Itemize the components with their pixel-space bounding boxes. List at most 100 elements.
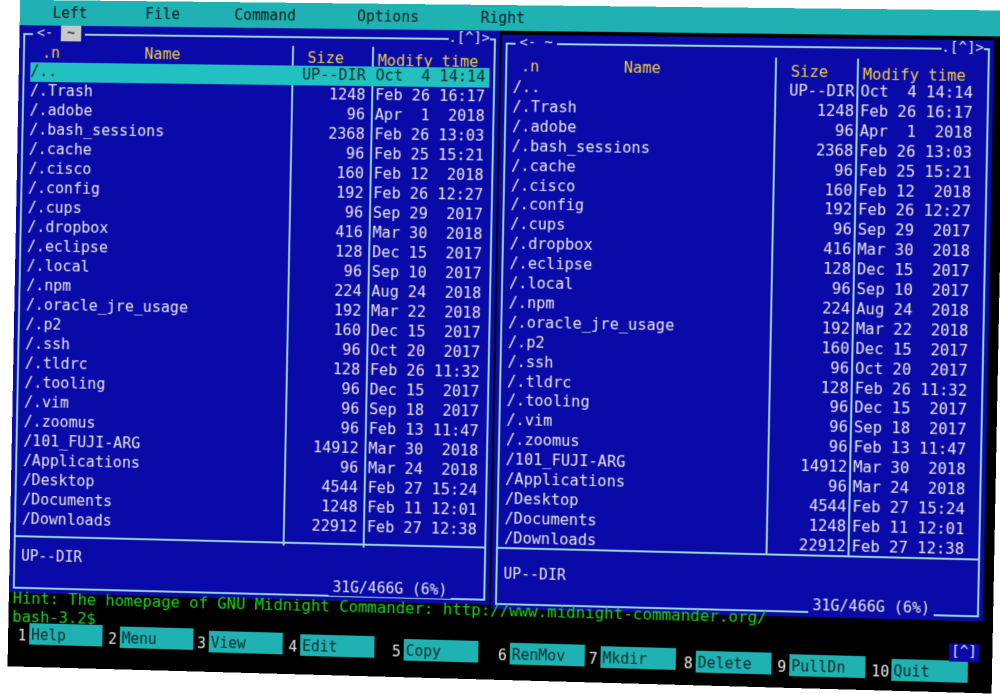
fkey-number: 8 — [684, 654, 693, 672]
fkey-label: Copy — [404, 639, 479, 663]
file-size: 96 — [834, 161, 853, 179]
file-name: /.eclipse — [509, 255, 592, 274]
file-name: /.config — [28, 179, 100, 198]
fkey-number: 9 — [777, 658, 786, 676]
column-size-header[interactable]: Size — [307, 49, 344, 67]
column-name-header[interactable]: Name — [144, 45, 180, 63]
file-modify-time: Feb 11 12:01 — [852, 518, 965, 539]
file-name: /.ssh — [25, 335, 70, 353]
file-modify-time: Mar 24 2018 — [853, 478, 966, 498]
fkey-label: Menu — [120, 627, 194, 650]
file-name: /.cups — [510, 215, 566, 234]
file-name: /Applications — [23, 452, 140, 472]
menu-right[interactable]: Right — [480, 9, 525, 27]
file-modify-time: Apr 1 2018 — [860, 122, 973, 141]
file-size: 96 — [346, 145, 365, 163]
sort-indicator[interactable]: .n — [42, 44, 60, 62]
file-modify-time: Oct 20 2017 — [370, 341, 480, 361]
file-modify-time: Dec 15 2017 — [857, 260, 970, 280]
file-size: 128 — [823, 260, 851, 278]
file-name: /.local — [509, 274, 574, 293]
file-name: /.p2 — [508, 333, 545, 351]
file-modify-time: Feb 11 12:01 — [367, 499, 477, 519]
panel-path[interactable]: ~ — [544, 35, 553, 51]
file-modify-time: Sep 18 2017 — [369, 400, 479, 420]
left-panel[interactable]: <- ~ .[^]> .n Name Size Modify time /..U… — [9, 25, 500, 605]
status-line: UP--DIR — [503, 565, 566, 584]
file-modify-time: Feb 25 15:21 — [374, 145, 484, 164]
panel-corner-controls[interactable]: .[^]> — [448, 30, 490, 46]
file-name: /.dropbox — [27, 218, 108, 237]
file-name: /.. — [30, 62, 57, 80]
file-name: /.ssh — [507, 353, 553, 372]
fkey-number: 4 — [288, 638, 297, 656]
status-line: UP--DIR — [21, 547, 82, 566]
terminal-screen: Left File Command Options Right <- ~ .[^… — [8, 0, 1000, 694]
file-size: 96 — [832, 280, 851, 298]
file-modify-time: Feb 27 15:24 — [852, 498, 965, 519]
file-size: 96 — [829, 418, 848, 436]
corner-bracket[interactable]: [^] — [949, 644, 980, 663]
fkey-label: View — [209, 631, 283, 655]
disk-usage: 31G/466G (6%) — [808, 596, 934, 617]
file-name: /Documents — [22, 491, 112, 511]
file-modify-time: Sep 10 2017 — [372, 263, 482, 283]
file-name: /.oracle_jre_usage — [508, 313, 674, 334]
history-arrow[interactable]: <- — [37, 25, 54, 41]
menu-options[interactable]: Options — [357, 7, 419, 25]
file-name: /.tooling — [24, 374, 105, 393]
file-modify-time: Sep 29 2017 — [373, 204, 483, 223]
fkey-label: Delete — [695, 650, 771, 674]
file-size: 14912 — [800, 457, 847, 476]
sort-indicator[interactable]: .n — [521, 58, 540, 76]
file-modify-time: Feb 26 16:17 — [860, 102, 973, 121]
fkey-label: PullDn — [789, 654, 865, 678]
fkey-number: 6 — [498, 646, 507, 664]
panel-corner-controls[interactable]: .[^]> — [941, 40, 984, 56]
file-name: /Applications — [505, 470, 625, 490]
file-modify-time: Feb 26 12:27 — [858, 201, 971, 221]
menu-command[interactable]: Command — [234, 6, 296, 24]
file-name: /101_FUJI-ARG — [505, 451, 625, 471]
file-modify-time: Apr 1 2018 — [375, 106, 485, 125]
file-size: 224 — [822, 299, 850, 317]
file-modify-time: Dec 15 2017 — [371, 322, 481, 342]
file-size: 128 — [333, 360, 361, 378]
file-size: 22912 — [799, 536, 846, 555]
file-name: /.local — [26, 257, 89, 276]
column-size-header[interactable]: Size — [791, 63, 829, 81]
file-size: 160 — [821, 339, 849, 357]
file-name: /.cisco — [28, 160, 91, 178]
file-name: /.tooling — [507, 392, 590, 411]
file-size: 192 — [334, 302, 362, 320]
column-name-header[interactable]: Name — [624, 59, 661, 77]
file-name: /.vim — [506, 411, 552, 430]
file-modify-time: Mar 22 2018 — [371, 302, 481, 322]
file-size: 22912 — [311, 517, 357, 536]
file-name: /.cisco — [511, 176, 576, 195]
right-panel[interactable]: <- ~ .[^]> .n Name Size Modify time /..U… — [491, 35, 994, 622]
file-name: /.adobe — [512, 117, 577, 136]
fkey-number: 10 — [871, 662, 889, 680]
file-size: 128 — [821, 378, 849, 396]
menu-left[interactable]: Left — [52, 4, 87, 22]
file-name: /.p2 — [25, 315, 61, 333]
panel-path[interactable]: ~ — [61, 26, 81, 42]
file-modify-time: Feb 26 13:03 — [859, 142, 972, 162]
file-size: 96 — [833, 221, 852, 239]
file-modify-time: Feb 27 12:38 — [367, 518, 477, 538]
file-size: 96 — [835, 122, 854, 140]
file-name: /Documents — [504, 509, 596, 529]
file-size: 14912 — [313, 438, 359, 457]
menu-file[interactable]: File — [145, 5, 180, 23]
file-size: 1248 — [817, 102, 855, 120]
file-modify-time: Feb 27 12:38 — [851, 537, 964, 558]
file-name: /Desktop — [22, 471, 94, 490]
history-arrow[interactable]: <- — [519, 35, 536, 51]
file-modify-time: Dec 15 2017 — [372, 243, 482, 263]
file-name: /.npm — [508, 294, 554, 313]
fkey-quit[interactable]: 10Quit — [871, 658, 872, 684]
file-name: /101_FUJI-ARG — [23, 432, 140, 452]
file-size: 160 — [336, 164, 364, 182]
file-modify-time: Feb 12 2018 — [858, 181, 971, 201]
